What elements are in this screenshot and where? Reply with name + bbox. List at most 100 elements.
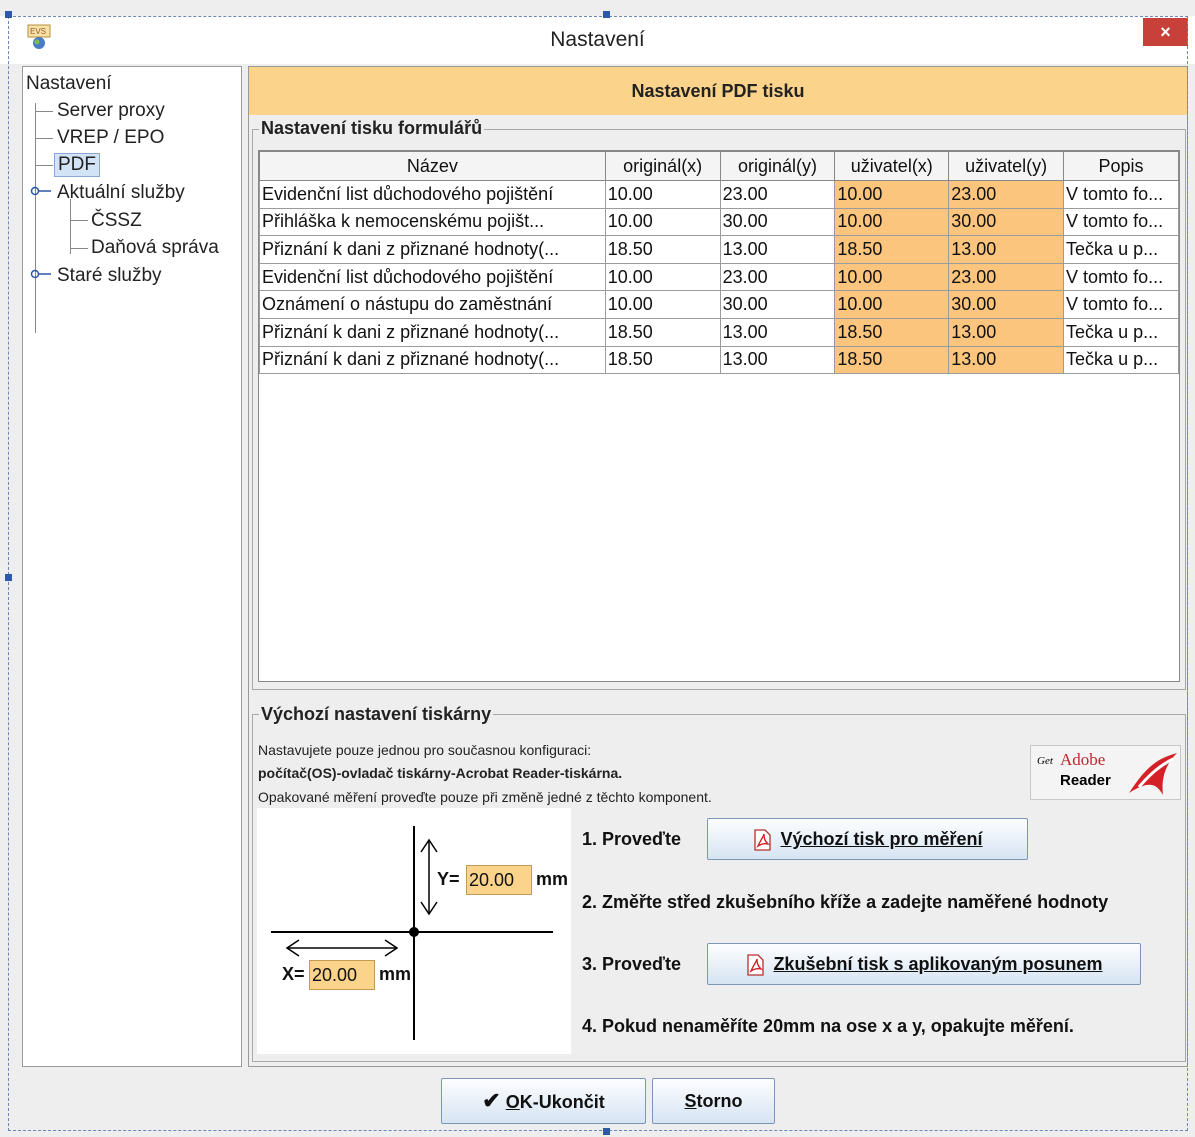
cell-uzivatel-y[interactable]: 13.00 [948,235,1065,264]
adobe-reader-text: Reader [1060,772,1111,789]
tree-item-danova-sprava[interactable]: Daňová správa [91,237,219,259]
cell-uzivatel-x[interactable]: 10.00 [834,262,950,292]
x-offset-input[interactable]: 20.00 [309,960,375,990]
ok-label: K-Ukončit [519,1092,605,1112]
tree-line [35,165,53,166]
get-adobe-reader-badge[interactable]: Get Adobe Reader [1030,745,1181,800]
cell-original-y: 13.00 [719,345,836,375]
cell-nazev: Přihláška k nemocenskému pojišt... [259,207,606,237]
cell-nazev: Přiznání k dani z přiznané hodnoty(... [259,345,606,375]
column-header-original-x[interactable]: originál(x) [604,151,721,181]
cell-original-x: 18.50 [604,235,721,264]
cell-original-y: 13.00 [719,235,836,264]
resize-handle[interactable] [603,1128,610,1135]
cell-uzivatel-y[interactable]: 23.00 [948,180,1065,209]
table-row[interactable]: Evidenční list důchodového pojištění 10.0… [259,262,1179,292]
tree-item-cssz[interactable]: ČSSZ [91,210,142,232]
settings-window: EVS Nastavení × Nastavení Server proxy V… [0,0,1195,1137]
table-row[interactable]: Přiznání k dani z přiznané hodnoty(... 18… [259,235,1179,264]
step-2-label: 2. Změřte střed zkušebního kříže a zadej… [582,892,1109,912]
table-row[interactable]: Přiznání k dani z přiznané hodnoty(... 18… [259,345,1179,375]
cell-uzivatel-x[interactable]: 10.00 [834,290,950,319]
cell-original-x: 18.50 [604,345,721,375]
resize-handle[interactable] [5,11,12,18]
cell-uzivatel-x[interactable]: 10.00 [834,207,950,237]
cell-popis: V tomto fo... [1063,180,1179,209]
y-unit: mm [536,869,569,889]
cell-uzivatel-y[interactable]: 30.00 [948,290,1065,319]
cell-popis: Tečka u p... [1063,345,1179,375]
column-header-uzivatel-x[interactable]: uživatel(x) [834,151,950,181]
panel-header: Nastavení PDF tisku [249,67,1187,115]
cell-uzivatel-x[interactable]: 10.00 [834,180,950,209]
cell-original-x: 10.00 [604,207,721,237]
cell-uzivatel-x[interactable]: 18.50 [834,345,950,375]
resize-handle[interactable] [5,574,12,581]
y-offset-input[interactable]: 20.00 [466,865,532,895]
crosshair-icon [271,826,553,1040]
cell-original-y: 13.00 [719,317,836,347]
cell-original-y: 30.00 [719,207,836,237]
tree-item-vrep-epo[interactable]: VREP / EPO [57,127,164,149]
pdf-icon [747,954,765,976]
table-row[interactable]: Evidenční list důchodového pojištění 10.0… [259,180,1179,209]
tree-line [35,138,53,139]
tree-expand-icon[interactable] [29,268,53,280]
tree-item-stare-sluzby[interactable]: Staré služby [57,265,162,287]
printer-group-title: Výchozí nastavení tiskárny [259,704,494,725]
tree-item-pdf[interactable]: PDF [54,153,100,177]
default-print-button[interactable]: Výchozí tisk pro měření [707,818,1028,860]
check-icon: ✔ [482,1088,501,1113]
forms-table: Název originál(x) originál(y) uživatel(x… [258,150,1180,682]
cell-uzivatel-x[interactable]: 18.50 [834,235,950,264]
table-header-row: Název originál(x) originál(y) uživatel(x… [259,151,1179,181]
tree-expand-icon[interactable] [29,185,53,197]
forms-table-grid: Název originál(x) originál(y) uživatel(x… [259,151,1179,375]
cell-original-x: 10.00 [604,262,721,292]
ok-button[interactable]: ✔ OK-Ukončit [441,1078,646,1124]
cancel-button[interactable]: Storno [652,1078,775,1124]
cell-popis: Tečka u p... [1063,317,1179,347]
column-header-popis[interactable]: Popis [1063,151,1179,181]
cell-nazev: Evidenční list důchodového pojištění [259,180,606,209]
measurement-diagram: Y= 20.00 mm X= 20.00 mm [257,808,571,1054]
pdf-icon [754,829,772,851]
cancel-label: torno [696,1091,743,1111]
resize-handle[interactable] [603,11,610,18]
adobe-get-text: Get [1037,755,1053,767]
cell-uzivatel-y[interactable]: 13.00 [948,345,1065,375]
default-print-label: Výchozí tisk pro měření [780,829,983,849]
cancel-mnemonic: S [684,1091,697,1111]
column-header-original-y[interactable]: originál(y) [719,151,836,181]
column-header-nazev[interactable]: Název [259,151,606,181]
column-header-uzivatel-y[interactable]: uživatel(y) [948,151,1065,181]
cell-uzivatel-x[interactable]: 18.50 [834,317,950,347]
cell-nazev: Evidenční list důchodového pojištění [259,262,606,292]
cell-original-x: 10.00 [604,180,721,209]
table-row[interactable]: Oznámení o nástupu do zaměstnání 10.00 30.… [259,290,1179,319]
cell-original-y: 30.00 [719,290,836,319]
close-button[interactable]: × [1143,18,1188,46]
test-print-button[interactable]: Zkušební tisk s aplikovaným posunem [707,943,1141,985]
table-row[interactable]: Přiznání k dani z přiznané hodnoty(... 18… [259,317,1179,347]
tree-line [35,111,53,112]
x-label: X= [282,964,305,984]
tree-item-aktualni-sluzby[interactable]: Aktuální služby [57,182,185,204]
title-bar: EVS Nastavení × [0,16,1195,64]
cell-uzivatel-y[interactable]: 23.00 [948,262,1065,292]
cell-popis: V tomto fo... [1063,290,1179,319]
tree-line [70,199,71,254]
y-label: Y= [437,869,460,889]
adobe-brand-text: Adobe [1060,750,1106,769]
tree-root-nastaveni[interactable]: Nastavení [26,73,112,95]
cell-popis: V tomto fo... [1063,207,1179,237]
window-title: Nastavení [550,28,645,51]
table-row[interactable]: Přihláška k nemocenskému pojišt... 10.00 3… [259,207,1179,237]
ok-mnemonic: O [505,1092,520,1112]
settings-tree: Nastavení Server proxy VREP / EPO PDF Ak… [22,66,242,1067]
info-text-3: Opakované měření proveďte pouze při změn… [258,789,712,805]
cell-nazev: Oznámení o nástupu do zaměstnání [259,290,606,319]
tree-item-server-proxy[interactable]: Server proxy [57,100,165,122]
cell-uzivatel-y[interactable]: 30.00 [948,207,1065,237]
cell-uzivatel-y[interactable]: 13.00 [948,317,1065,347]
